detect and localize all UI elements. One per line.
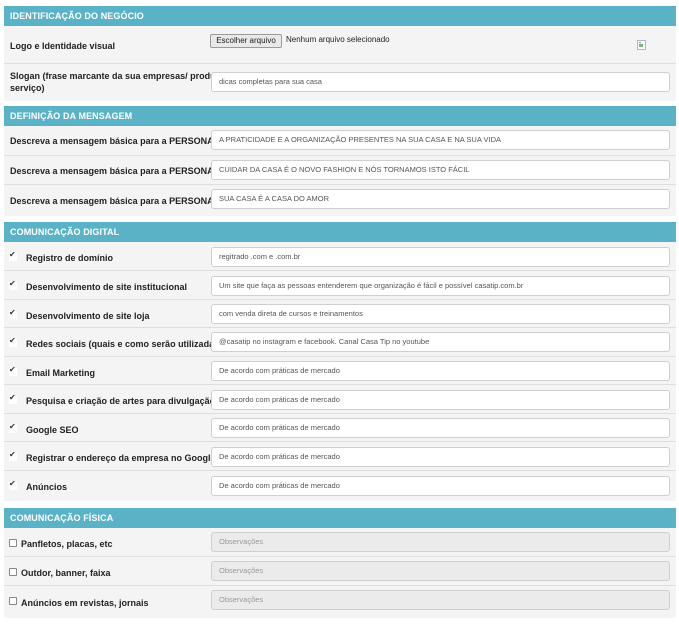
persona-02-label: Descreva a mensagem básica para a PERSON… — [10, 166, 226, 176]
email-marketing-label: Email Marketing — [26, 368, 96, 378]
row-registro-dominio: Registro de domínio regitrado .com e .co… — [4, 242, 676, 270]
row-persona-03: Descreva a mensagem básica para a PERSON… — [4, 184, 676, 216]
pesquisa-artes-label: Pesquisa e criação de artes para divulga… — [26, 396, 216, 406]
redes-sociais-label: Redes sociais (quais e como serão utiliz… — [26, 339, 223, 349]
section-header-mensagem: DEFINIÇÃO DA MENSAGEM — [4, 106, 676, 126]
persona-03-label: Descreva a mensagem básica para a PERSON… — [10, 196, 226, 206]
choose-file-button[interactable]: Escolher arquivo — [210, 34, 282, 48]
google-seo-input[interactable]: De acordo com práticas de mercado — [211, 418, 670, 438]
site-institucional-input[interactable]: Um site que faça as pessoas entenderem q… — [211, 276, 670, 296]
endereco-google-input[interactable]: De acordo com práticas de mercado — [211, 447, 670, 467]
anuncios-revistas-observacoes-input[interactable]: Observações — [211, 590, 670, 610]
file-status: Nenhum arquivo selecionado — [286, 35, 390, 44]
outdor-observacoes-input[interactable]: Observações — [211, 561, 670, 581]
section-header-fisica: COMUNICAÇÃO FÍSICA — [4, 508, 676, 528]
section-digital: COMUNICAÇÃO DIGITAL Registro de domínio … — [4, 222, 676, 501]
row-pesquisa-artes: Pesquisa e criação de artes para divulga… — [4, 384, 676, 413]
panfletos-observacoes-input[interactable]: Observações — [211, 532, 670, 552]
outdor-checkbox[interactable] — [9, 568, 17, 576]
email-marketing-input[interactable]: De acordo com práticas de mercado — [211, 361, 670, 381]
slogan-input[interactable]: dicas completas para sua casa — [211, 72, 670, 92]
row-persona-01: Descreva a mensagem básica para a PERSON… — [4, 126, 676, 155]
endereco-google-label: Registrar o endereço da empresa no Googl… — [26, 453, 216, 463]
registro-dominio-input[interactable]: regitrado .com e .com.br — [211, 247, 670, 267]
email-marketing-checkbox[interactable] — [9, 365, 17, 376]
anuncios-revistas-checkbox[interactable] — [9, 597, 17, 605]
panfletos-label: Panfletos, placas, etc — [21, 539, 113, 549]
section-fisica: COMUNICAÇÃO FÍSICA Panfletos, placas, et… — [4, 508, 676, 618]
slogan-label: Slogan (frase marcante da sua empresas/ … — [10, 71, 227, 93]
site-loja-input[interactable]: com venda direta de cursos e treinamento… — [211, 304, 670, 324]
persona-02-input[interactable]: CUIDAR DA CASA É O NOVO FASHION E NÓS TO… — [211, 160, 670, 180]
site-institucional-checkbox[interactable] — [9, 279, 17, 290]
row-anuncios-revistas: Anúncios em revistas, jornais Observaçõe… — [4, 585, 676, 618]
row-endereco-google: Registrar o endereço da empresa no Googl… — [4, 441, 676, 470]
redes-sociais-checkbox[interactable] — [9, 336, 17, 347]
section-identificacao: IDENTIFICAÇÃO DO NEGÓCIO Logo e Identida… — [4, 6, 676, 101]
persona-01-input[interactable]: A PRATICIDADE E A ORGANIZAÇÃO PRESENTES … — [211, 130, 670, 150]
endereco-google-checkbox[interactable] — [9, 450, 17, 461]
broken-image-icon — [637, 40, 646, 50]
persona-01-label: Descreva a mensagem básica para a PERSON… — [10, 136, 226, 146]
pesquisa-artes-input[interactable]: De acordo com práticas de mercado — [211, 390, 670, 410]
anuncios-digital-checkbox[interactable] — [9, 479, 17, 490]
anuncios-digital-label: Anúncios — [26, 482, 68, 492]
redes-sociais-input[interactable]: @casatip no instagram e facebook. Canal … — [211, 332, 670, 352]
row-redes-sociais: Redes sociais (quais e como serão utiliz… — [4, 327, 676, 356]
row-site-institucional: Desenvolvimento de site institucional Um… — [4, 270, 676, 299]
google-seo-checkbox[interactable] — [9, 422, 17, 433]
site-institucional-label: Desenvolvimento de site institucional — [26, 282, 188, 292]
pesquisa-artes-checkbox[interactable] — [9, 393, 17, 404]
persona-03-input[interactable]: SUA CASA É A CASA DO AMOR — [211, 189, 670, 209]
logo-label: Logo e Identidade visual — [10, 41, 116, 51]
google-seo-label: Google SEO — [26, 425, 79, 435]
row-site-loja: Desenvolvimento de site loja com venda d… — [4, 299, 676, 327]
row-anuncios-digital: Anúncios De acordo com práticas de merca… — [4, 470, 676, 501]
outdor-label: Outdor, banner, faixa — [21, 568, 111, 578]
site-loja-label: Desenvolvimento de site loja — [26, 311, 150, 321]
row-email-marketing: Email Marketing De acordo com práticas d… — [4, 356, 676, 384]
row-outdor: Outdor, banner, faixa Observações — [4, 556, 676, 585]
site-loja-checkbox[interactable] — [9, 308, 17, 319]
row-panfletos: Panfletos, placas, etc Observações — [4, 528, 676, 556]
section-mensagem: DEFINIÇÃO DA MENSAGEM Descreva a mensage… — [4, 106, 676, 216]
registro-dominio-checkbox[interactable] — [9, 250, 17, 261]
section-header-digital: COMUNICAÇÃO DIGITAL — [4, 222, 676, 242]
anuncios-digital-input[interactable]: De acordo com práticas de mercado — [211, 476, 670, 496]
panfletos-checkbox[interactable] — [9, 539, 17, 547]
row-persona-02: Descreva a mensagem básica para a PERSON… — [4, 155, 676, 184]
row-google-seo: Google SEO De acordo com práticas de mer… — [4, 413, 676, 441]
registro-dominio-label: Registro de domínio — [26, 253, 114, 263]
row-slogan: Slogan (frase marcante da sua empresas/ … — [4, 63, 676, 101]
anuncios-revistas-label: Anúncios em revistas, jornais — [21, 598, 149, 608]
row-logo: Logo e Identidade visual — [4, 26, 676, 63]
section-header-identificacao: IDENTIFICAÇÃO DO NEGÓCIO — [4, 6, 676, 26]
